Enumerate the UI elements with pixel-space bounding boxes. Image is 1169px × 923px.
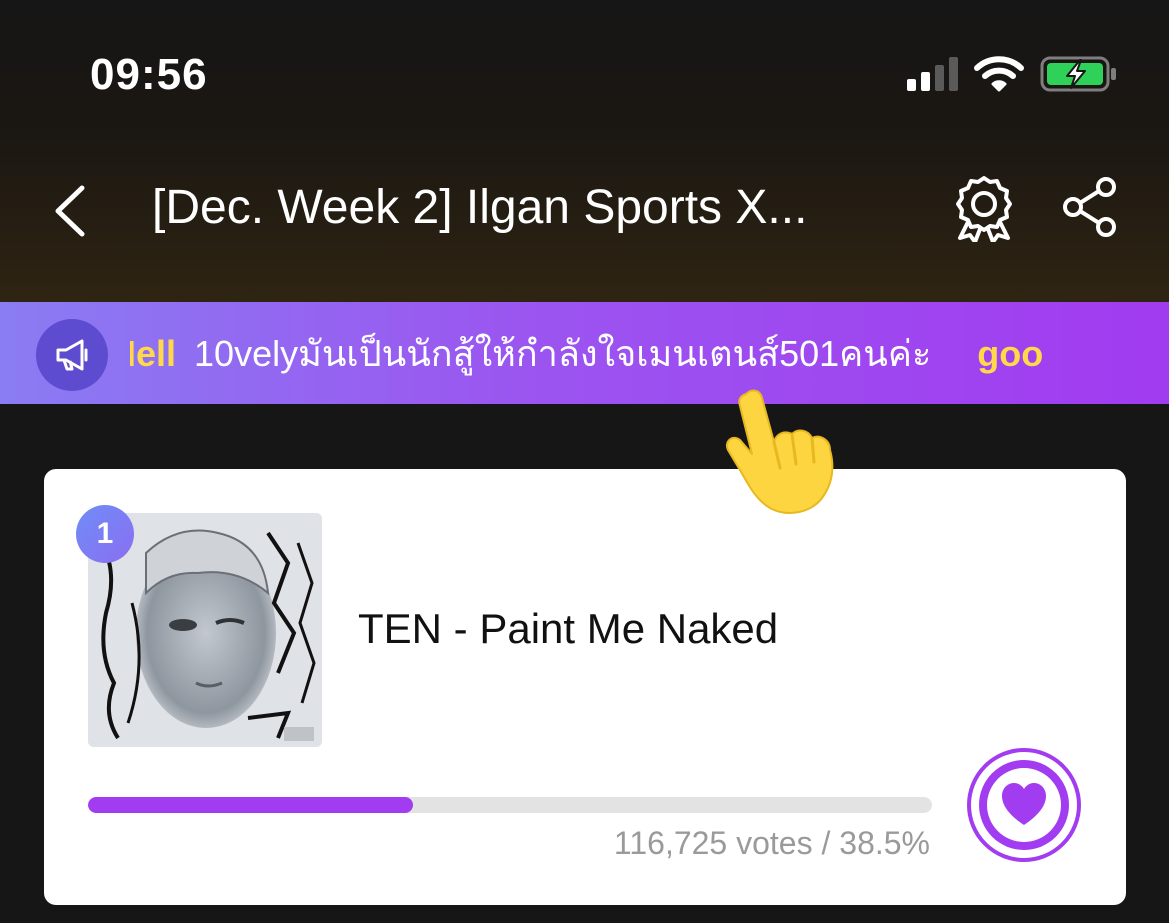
vote-heart-button[interactable] (966, 747, 1082, 863)
vote-count: 116,725 votes / 38.5% (613, 825, 930, 861)
hand-pointer-icon (726, 389, 834, 514)
share-icon[interactable] (1062, 176, 1118, 238)
page-title: [Dec. Week 2] Ilgan Sports X... (152, 181, 808, 234)
megaphone-icon (56, 339, 88, 371)
back-button[interactable] (48, 180, 94, 242)
notice-ticker: Hell 10velyมันเป็นนักสู้ให้กำลังใจเมนเตนส… (130, 302, 1169, 404)
battery-charging-icon (1040, 56, 1116, 92)
cellular-signal-icon (907, 57, 958, 91)
vote-card: 1 TEN - Paint Me Naked 116,725 votes / 3… (44, 469, 1126, 905)
status-time: 09:56 (90, 50, 208, 99)
award-badge-icon[interactable] (952, 174, 1016, 242)
song-title: TEN - Paint Me Naked (358, 605, 779, 652)
megaphone-button[interactable] (36, 319, 108, 391)
header-background (0, 0, 1169, 302)
ticker-username: Hell (130, 333, 177, 374)
vote-progress-fill (88, 797, 413, 813)
vote-progress-bar (88, 797, 932, 813)
rank-badge: 1 (76, 505, 134, 563)
wifi-icon (974, 56, 1024, 92)
ticker-message: 10velyมันเป็นนักสู้ให้กำลังใจเมนเตนส์501… (194, 333, 932, 374)
notice-banner[interactable]: Hell 10velyมันเป็นนักสู้ให้กำลังใจเมนเตนส… (0, 302, 1169, 404)
ticker-username: goo (977, 333, 1044, 374)
